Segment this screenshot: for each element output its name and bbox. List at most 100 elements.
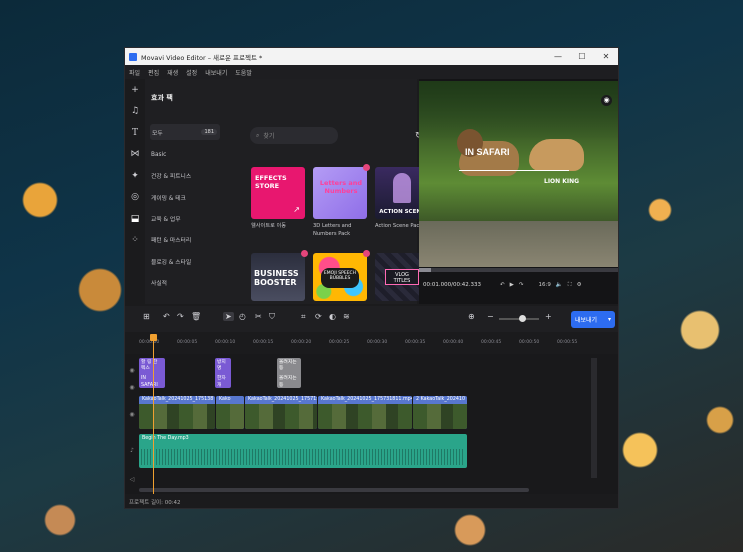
eye-icon[interactable]: ◉ [125,360,139,380]
search-icon: ⌕ [256,131,260,139]
eye-icon[interactable]: ◉ [125,380,139,394]
equalizer-icon[interactable]: ≋ [343,312,350,321]
tile-effects-store[interactable]: EFFECTS STORE ↗ 웰사이트로 이동 [251,167,305,231]
project-duration: 프로젝트 길이: 00:42 [129,500,181,506]
sparkle-icon[interactable]: ✦ [125,165,145,187]
export-button[interactable]: 내보내기 ▾ [571,311,615,328]
shield-icon[interactable]: ⛉ [269,312,275,322]
category-basic[interactable]: Basic [145,144,225,165]
audio-track-icon[interactable]: ♪ [125,434,139,466]
search-input[interactable]: ⌕ 찾기 [250,127,338,144]
category-blogging[interactable]: 블로깅 & 스타일 [145,250,225,271]
fullscreen-icon[interactable]: ⛶ [568,282,572,289]
filters-icon[interactable]: ⁘ [125,230,145,252]
tile-thumb: EMOJI SPEECH BUBBLES [313,253,367,301]
video-clip-frames [245,404,317,429]
preview-video[interactable]: IN SAFARI LION KING ◉ [419,81,618,267]
settings-gear-icon[interactable]: ⚙ [577,282,582,288]
redo-preview-icon[interactable]: ↷ [519,282,524,288]
magnet-icon[interactable]: ⊕ [468,312,475,321]
category-realistic[interactable]: 사실적 [145,272,225,293]
category-all[interactable]: 모두 181 [150,124,220,140]
preview-progress[interactable] [419,268,618,272]
stickers-icon[interactable]: ⬓ [125,208,145,230]
plus-icon[interactable]: + [125,79,145,101]
tile-emoji-bubbles[interactable]: EMOJI SPEECH BUBBLES [313,250,370,301]
title-clip-sub: 한자 개 [217,376,226,388]
title-clip-label: 방지 명 [217,360,226,372]
video-clip[interactable]: 2 KakaoTalk_202410 [413,396,467,429]
crop-icon[interactable]: ⌗ [301,312,306,322]
category-count: 181 [201,129,217,135]
add-track-icon[interactable]: ⊞ [143,312,150,321]
cut-icon[interactable]: ✂ [255,312,262,321]
ruler-tick: 00:00:55 [557,340,578,345]
aspect-ratio-select[interactable]: 16:9 [539,282,551,288]
progress-fill [419,268,432,272]
ruler-tick: 00:00:30 [367,340,388,345]
menu-settings[interactable]: 설정 [186,68,197,77]
category-gaming[interactable]: 게이밍 & 테크 [145,187,225,208]
title-clip[interactable]: 할 링 한 펙스 IN SAFARI [139,358,165,388]
timeline-scrollbar-vertical[interactable] [591,358,597,478]
menu-help[interactable]: 도움말 [235,68,252,77]
undo-preview-icon[interactable]: ↶ [500,282,505,288]
external-link-icon: ↗ [293,205,300,214]
adjust-icon[interactable]: ◐ [329,312,336,321]
menu-file[interactable]: 파일 [129,68,140,77]
play-icon[interactable]: ▶ [510,282,514,288]
premium-badge-icon [363,164,370,171]
category-pattern[interactable]: 패턴 & 마스터리 [145,229,225,250]
menu-play[interactable]: 재생 [167,68,178,77]
delete-icon[interactable]: 🗑 [191,312,201,321]
menu-edit[interactable]: 편집 [148,68,159,77]
pointer-icon[interactable]: ➤ [223,312,234,321]
tile-3d-letters[interactable]: Letters and Numbers 3D Letters and Numbe… [313,164,370,239]
video-clip[interactable]: KakaoTalk_20241025_175138 [139,396,215,429]
audio-clip[interactable]: Begin The Day.mp3 [139,434,467,468]
chevron-down-icon[interactable]: ▾ [608,316,611,323]
speed-icon[interactable]: ◴ [239,312,246,321]
title-clip-label: 올려지는 등 [279,360,297,372]
zoom-out-icon[interactable]: − [487,312,494,321]
transitions-icon[interactable]: ⋈ [125,144,145,166]
rotate-icon[interactable]: ⟳ [315,312,322,321]
playhead[interactable] [150,334,157,494]
video-clip-frames [318,404,412,429]
tile-business-booster[interactable]: BUSINESS BOOSTER [251,250,308,301]
menu-export[interactable]: 내보내기 [205,68,227,77]
video-clip-label: KakaoTalk_20241025_175138 [139,396,215,404]
undo-icon[interactable]: ↶ [163,312,170,321]
audio-mute-icon[interactable]: ◁ [125,472,139,486]
title-clip[interactable]: 방지 명 한자 개 [215,358,231,388]
video-clip-label: 2 KakaoTalk_202410 [413,396,467,404]
video-clip[interactable]: Kako [216,396,244,429]
close-button[interactable]: ✕ [594,52,618,61]
app-logo-icon [129,52,137,61]
menu-bar: 파일 편집 재생 설정 내보내기 도움말 [125,65,618,79]
timeline-scrollbar-horizontal[interactable] [139,488,529,492]
category-label: 모두 [152,130,163,137]
redo-icon[interactable]: ↷ [177,312,184,321]
timecode: 00:01.000/00:42.333 [423,282,482,288]
maximize-button[interactable]: ☐ [570,52,594,61]
ruler-tick: 00:00:15 [253,340,274,345]
video-clip[interactable]: KakaoTalk_20241025_175731811.mp4 [318,396,412,429]
zoom-slider-handle[interactable] [519,315,526,322]
video-clip[interactable]: KakaoTalk_20241025_175715232_0 [245,396,317,429]
text-icon[interactable]: T [125,122,145,144]
preview-controls: 00:01.000/00:42.333 ↶ ▶ ↷ 16:9 🔈 ⛶ ⚙ [419,275,618,295]
zoom-in-icon[interactable]: + [545,312,552,321]
timeline-ruler[interactable]: 00:00:00 00:00:05 00:00:10 00:00:15 00:0… [125,334,618,354]
zoom-slider[interactable] [499,315,539,322]
circle-icon[interactable]: ◎ [125,187,145,209]
category-education[interactable]: 교육 & 업무 [145,208,225,229]
volume-icon[interactable]: 🔈 [556,282,563,288]
minimize-button[interactable]: — [546,52,570,61]
title-clip[interactable]: 올려지는 등 올려지는 등 [277,358,301,388]
audio-waveform [141,449,465,465]
video-track-icon[interactable]: ◉ [125,398,139,431]
category-health[interactable]: 건강 & 피트니스 [145,165,225,186]
music-icon[interactable]: ♫ [125,101,145,123]
snapshot-icon[interactable]: ◉ [601,95,612,106]
